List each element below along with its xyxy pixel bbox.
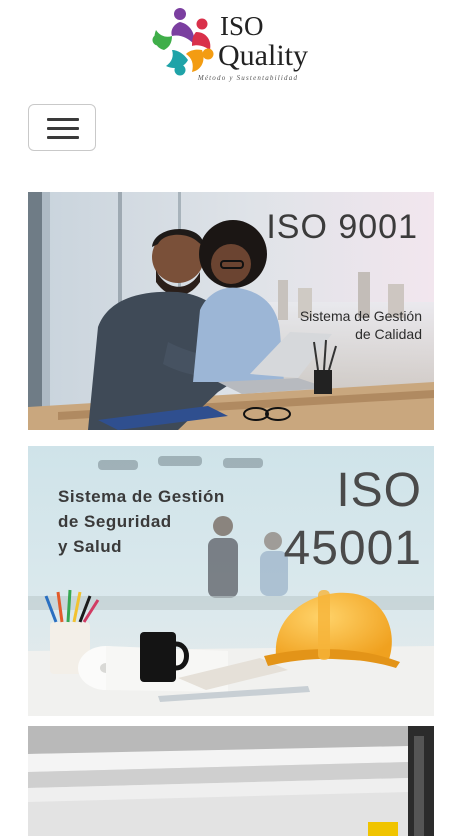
banner-title-line: ISO: [336, 464, 422, 517]
brand-logo[interactable]: ISO Quality Método y Sustentabilidad: [150, 4, 315, 84]
banner-iso-45001[interactable]: Sistema de Gestión de Seguridad y Salud …: [28, 446, 434, 716]
brand-line1: ISO: [220, 11, 264, 41]
banner-third[interactable]: [28, 726, 434, 836]
banner-subtitle: Sistema de Gestión de Calidad: [300, 307, 422, 343]
banner-iso-9001[interactable]: ISO 9001 Sistema de Gestión de Calidad: [28, 192, 434, 430]
banner-subtitle-line: de Seguridad: [58, 512, 172, 531]
banner-subtitle-line: y Salud: [58, 537, 122, 556]
logo-people-icon: [152, 8, 214, 76]
banner-subtitle-line: Sistema de Gestión: [58, 487, 225, 506]
navbar-toggle-button[interactable]: [28, 104, 96, 151]
banner-title: ISO 9001: [266, 208, 418, 246]
brand-line2: Quality: [218, 39, 308, 72]
brand-tagline: Método y Sustentabilidad: [197, 74, 299, 82]
banner-subtitle-line: de Calidad: [355, 326, 422, 342]
banner-subtitle: Sistema de Gestión de Seguridad y Salud: [58, 484, 225, 559]
banner-title: ISO 45001: [284, 462, 422, 578]
banner-subtitle-line: Sistema de Gestión: [299, 308, 422, 324]
banner-title-line: 45001: [283, 522, 422, 575]
warehouse-photo: [28, 726, 434, 836]
